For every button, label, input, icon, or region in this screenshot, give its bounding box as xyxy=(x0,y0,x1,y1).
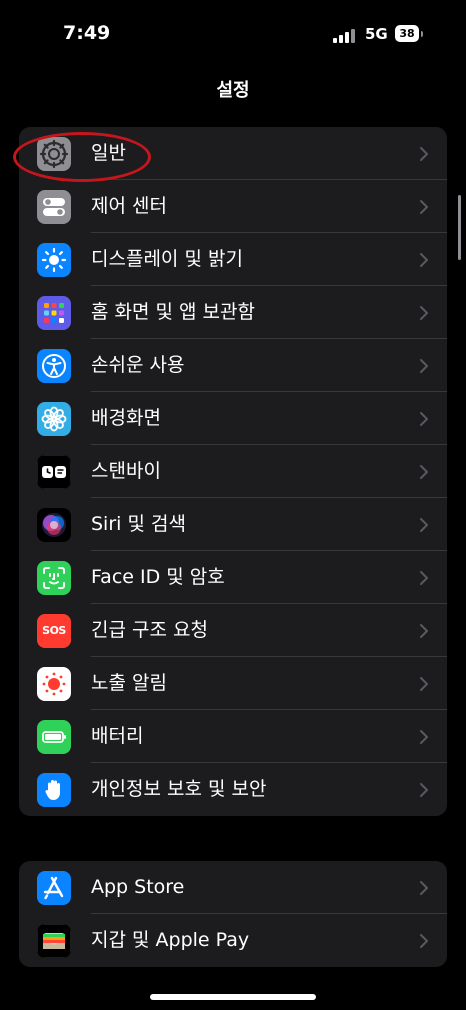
settings-row-privacy[interactable]: 개인정보 보호 및 보안 xyxy=(19,763,447,816)
face-id-icon xyxy=(37,561,71,595)
settings-row-siri[interactable]: Siri 및 검색 xyxy=(19,498,447,551)
flower-icon xyxy=(37,402,71,436)
home-indicator[interactable] xyxy=(150,994,316,1000)
sos-icon-text: SOS xyxy=(42,624,66,637)
chevron-right-icon xyxy=(420,677,428,691)
chevron-right-icon xyxy=(420,147,428,161)
settings-row-home-screen[interactable]: 홈 화면 및 앱 보관함 xyxy=(19,286,447,339)
settings-row-control-center[interactable]: 제어 센터 xyxy=(19,180,447,233)
sun-icon xyxy=(37,243,71,277)
settings-row-wallet[interactable]: 지갑 및 Apple Pay xyxy=(19,914,447,967)
battery-status-icon: 38 xyxy=(395,25,425,42)
settings-row-accessibility[interactable]: 손쉬운 사용 xyxy=(19,339,447,392)
settings-row-label: 제어 센터 xyxy=(91,195,167,217)
scroll-indicator[interactable] xyxy=(458,195,461,260)
settings-row-exposure[interactable]: 노출 알림 xyxy=(19,657,447,710)
settings-row-label: 개인정보 보호 및 보안 xyxy=(91,778,267,800)
chevron-right-icon xyxy=(420,783,428,797)
settings-row-display[interactable]: 디스플레이 및 밝기 xyxy=(19,233,447,286)
app-grid-icon xyxy=(37,296,71,330)
settings-row-label: Face ID 및 암호 xyxy=(91,566,225,588)
standby-icon xyxy=(37,455,71,489)
settings-row-standby[interactable]: 스탠바이 xyxy=(19,445,447,498)
chevron-right-icon xyxy=(420,624,428,638)
settings-row-label: 손쉬운 사용 xyxy=(91,354,185,376)
chevron-right-icon xyxy=(420,200,428,214)
chevron-right-icon xyxy=(420,518,428,532)
chevron-right-icon xyxy=(420,412,428,426)
settings-row-label: 배터리 xyxy=(91,725,144,747)
settings-row-label: 스탠바이 xyxy=(91,460,161,482)
settings-row-battery[interactable]: 배터리 xyxy=(19,710,447,763)
settings-row-emergency-sos[interactable]: SOS 긴급 구조 요청 xyxy=(19,604,447,657)
app-store-icon xyxy=(37,871,71,905)
hand-icon xyxy=(37,773,71,807)
navigation-bar: 설정 xyxy=(0,70,466,115)
settings-row-label: Siri 및 검색 xyxy=(91,513,186,535)
siri-icon xyxy=(37,508,71,542)
battery-level: 38 xyxy=(395,25,419,42)
settings-row-label: 노출 알림 xyxy=(91,672,167,694)
settings-row-label: 일반 xyxy=(91,142,126,164)
gear-icon xyxy=(37,137,71,171)
wallet-icon xyxy=(37,924,71,958)
settings-group-main: 일반 제어 센터 디스플레이 및 밝기 홈 화면 및 앱 보관함 손쉬운 사용 … xyxy=(19,127,447,816)
sos-icon: SOS xyxy=(37,614,71,648)
settings-row-label: 긴급 구조 요청 xyxy=(91,619,208,641)
page-title: 설정 xyxy=(216,80,250,101)
settings-row-label: 배경화면 xyxy=(91,407,161,429)
chevron-right-icon xyxy=(420,465,428,479)
cellular-signal-icon xyxy=(333,27,357,43)
settings-row-label: 홈 화면 및 앱 보관함 xyxy=(91,301,255,323)
chevron-right-icon xyxy=(420,359,428,373)
settings-row-face-id[interactable]: Face ID 및 암호 xyxy=(19,551,447,604)
settings-row-label: 지갑 및 Apple Pay xyxy=(91,929,250,951)
chevron-right-icon xyxy=(420,253,428,267)
settings-row-label: App Store xyxy=(91,876,185,898)
settings-row-label: 디스플레이 및 밝기 xyxy=(91,248,243,270)
toggles-icon xyxy=(37,190,71,224)
network-type: 5G xyxy=(365,25,388,43)
settings-row-general[interactable]: 일반 xyxy=(19,127,447,180)
battery-icon xyxy=(37,720,71,754)
chevron-right-icon xyxy=(420,730,428,744)
exposure-icon xyxy=(37,667,71,701)
status-time: 7:49 xyxy=(63,22,111,44)
chevron-right-icon xyxy=(420,306,428,320)
settings-row-app-store[interactable]: App Store xyxy=(19,861,447,914)
chevron-right-icon xyxy=(420,881,428,895)
chevron-right-icon xyxy=(420,934,428,948)
settings-group-store: App Store 지갑 및 Apple Pay xyxy=(19,861,447,967)
status-bar: 7:49 5G 38 xyxy=(0,0,466,70)
accessibility-icon xyxy=(37,349,71,383)
chevron-right-icon xyxy=(420,571,428,585)
settings-row-wallpaper[interactable]: 배경화면 xyxy=(19,392,447,445)
